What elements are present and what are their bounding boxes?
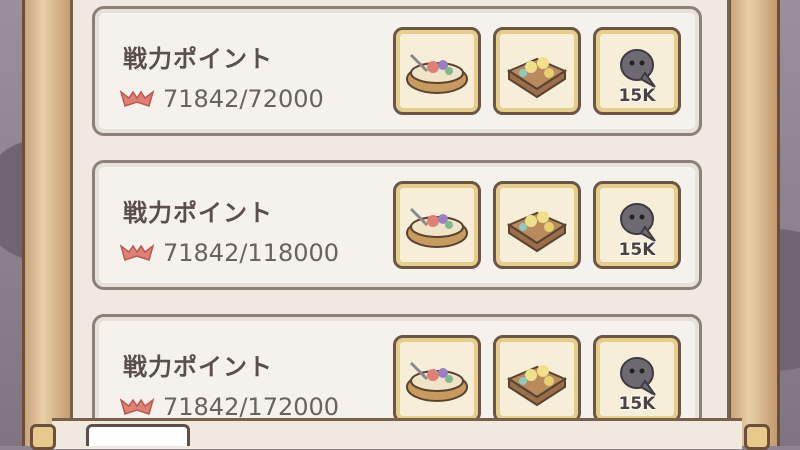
reward-slots: 15K	[393, 27, 681, 115]
reward-quantity: 15K	[618, 86, 656, 106]
reward-card: 戦力ポイント 71842/118000 15K	[92, 160, 702, 290]
reward-card: 戦力ポイント 71842/72000 15K	[92, 6, 702, 136]
reward-slots: 15K	[393, 335, 681, 423]
reward-slot[interactable]: 15K	[593, 27, 681, 115]
reward-slot[interactable]	[393, 335, 481, 423]
progress-value: 71842/118000	[163, 239, 340, 267]
food-bowl-icon	[406, 53, 468, 94]
card-title: 戦力ポイント	[123, 353, 273, 381]
reward-quantity: 15K	[618, 240, 656, 260]
reward-slots: 15K	[393, 181, 681, 269]
reward-quantity: 15K	[618, 394, 656, 414]
reward-slot[interactable]	[493, 27, 581, 115]
reward-slot[interactable]	[393, 181, 481, 269]
progress-row: 71842/118000	[119, 239, 339, 267]
food-bowl-icon	[406, 207, 468, 248]
progress-value: 71842/172000	[163, 393, 340, 421]
progress-row: 71842/172000	[119, 393, 339, 421]
right-frame-pillar	[728, 0, 780, 446]
reward-slot[interactable]	[493, 181, 581, 269]
reward-slot[interactable]	[493, 335, 581, 423]
left-frame-pillar	[22, 0, 74, 446]
progress-row: 71842/72000	[119, 85, 324, 113]
card-title: 戦力ポイント	[123, 199, 273, 227]
card-title: 戦力ポイント	[123, 45, 273, 73]
left-corner-knob	[30, 424, 56, 450]
bat-icon	[119, 90, 155, 107]
reward-slot[interactable]: 15K	[593, 181, 681, 269]
gem-box-icon	[506, 365, 568, 407]
gem-box-icon	[506, 211, 568, 253]
bat-icon	[119, 398, 155, 415]
bottom-tab[interactable]	[86, 424, 190, 446]
right-corner-knob	[744, 424, 770, 450]
reward-slot[interactable]: 15K	[593, 335, 681, 423]
reward-slot[interactable]	[393, 27, 481, 115]
bat-icon	[119, 244, 155, 261]
food-bowl-icon	[406, 361, 468, 402]
progress-value: 71842/72000	[163, 85, 324, 113]
gem-box-icon	[506, 57, 568, 99]
